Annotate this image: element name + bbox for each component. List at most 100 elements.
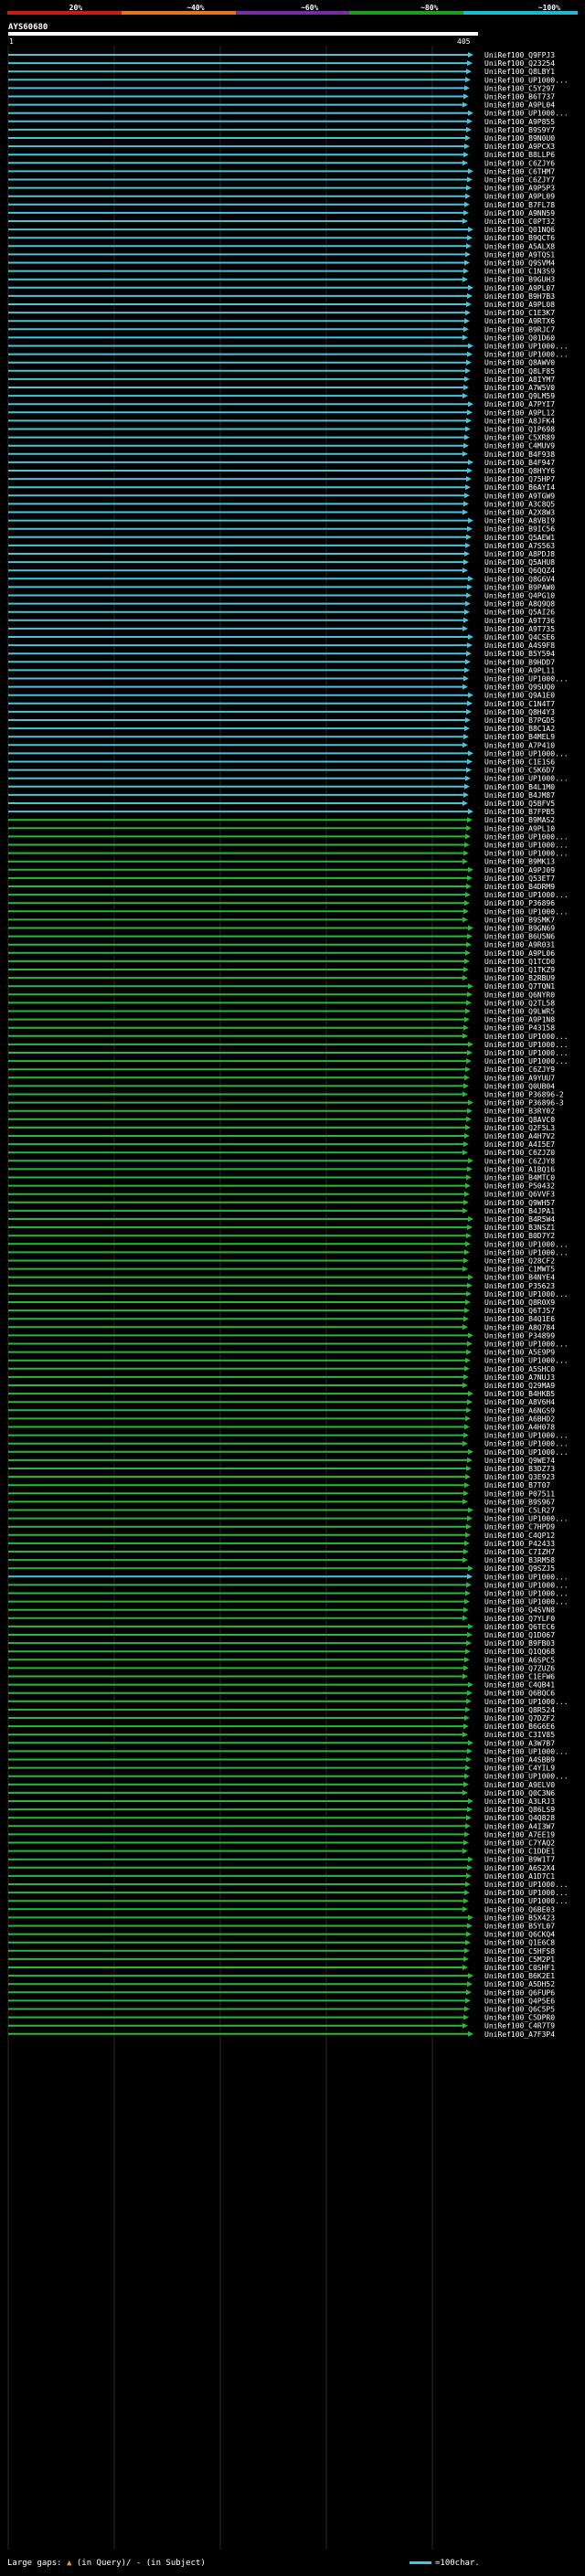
hit-label[interactable]: UniRef100_B2RBU9 xyxy=(484,974,555,982)
hit-label[interactable]: UniRef100_Q1D067 xyxy=(484,1631,555,1639)
hit-label[interactable]: UniRef100_B6T737 xyxy=(484,93,555,101)
hit-label[interactable]: UniRef100_Q1QQ68 xyxy=(484,1648,555,1656)
hit-label[interactable]: UniRef100_A3LRJ3 xyxy=(484,1797,555,1806)
hit-label[interactable]: UniRef100_C7IZH7 xyxy=(484,1548,555,1556)
hit-label[interactable]: UniRef100_A9PL06 xyxy=(484,949,555,958)
hit-label[interactable]: UniRef100_B4F947 xyxy=(484,459,555,467)
hit-label[interactable]: UniRef100_UP1000... xyxy=(484,775,569,783)
hit-label[interactable]: UniRef100_Q8LBY1 xyxy=(484,68,555,76)
hit-label[interactable]: UniRef100_B9RJC7 xyxy=(484,325,555,334)
hit-label[interactable]: UniRef100_Q6CKQ4 xyxy=(484,1931,555,1939)
hit-label[interactable]: UniRef100_Q9LWR5 xyxy=(484,1008,555,1016)
hit-label[interactable]: UniRef100_B4DRM9 xyxy=(484,883,555,891)
hit-label[interactable]: UniRef100_P36896-2 xyxy=(484,1091,564,1099)
hit-label[interactable]: UniRef100_B7PGD5 xyxy=(484,716,555,725)
hit-label[interactable]: UniRef100_Q8G6V4 xyxy=(484,575,555,583)
hit-label[interactable]: UniRef100_A6BHD2 xyxy=(484,1415,555,1423)
hit-label[interactable]: UniRef100_B7FL78 xyxy=(484,201,555,209)
hit-label[interactable]: UniRef100_B9H7B3 xyxy=(484,292,555,301)
hit-label[interactable]: UniRef100_UP1000... xyxy=(484,1357,569,1365)
hit-label[interactable]: UniRef100_Q5BFV5 xyxy=(484,800,555,808)
hit-label[interactable]: UniRef100_A9NN59 xyxy=(484,209,555,217)
hit-label[interactable]: UniRef100_B4MTC0 xyxy=(484,1174,555,1182)
hit-label[interactable]: UniRef100_A7PYI7 xyxy=(484,400,555,408)
hit-label[interactable]: UniRef100_C1N3S9 xyxy=(484,268,555,276)
hit-label[interactable]: UniRef100_B4Q1E6 xyxy=(484,1315,555,1323)
hit-label[interactable]: UniRef100_C5M2P1 xyxy=(484,1956,555,1964)
hit-label[interactable]: UniRef100_UP1000... xyxy=(484,832,569,841)
hit-label[interactable]: UniRef100_A7S563 xyxy=(484,542,555,550)
hit-label[interactable]: UniRef100_A8JFK4 xyxy=(484,417,555,425)
hit-label[interactable]: UniRef100_C6ZJY9 xyxy=(484,1065,555,1074)
hit-label[interactable]: UniRef100_Q1P698 xyxy=(484,426,555,434)
hit-label[interactable]: UniRef100_A8Q9Q8 xyxy=(484,600,555,609)
hit-label[interactable]: UniRef100_B0D7Y2 xyxy=(484,1232,555,1240)
hit-label[interactable]: UniRef100_UP1000... xyxy=(484,1773,569,1781)
hit-label[interactable]: UniRef100_B4F938 xyxy=(484,451,555,459)
hit-label[interactable]: UniRef100_A7F3P4 xyxy=(484,2030,555,2039)
hit-label[interactable]: UniRef100_C0SHF1 xyxy=(484,1964,555,1972)
hit-label[interactable]: UniRef100_Q6BE03 xyxy=(484,1905,555,1913)
hit-label[interactable]: UniRef100_A1BQ16 xyxy=(484,1165,555,1173)
hit-label[interactable]: UniRef100_B6G6E6 xyxy=(484,1723,555,1731)
hit-label[interactable]: UniRef100_A2X8W3 xyxy=(484,509,555,517)
hit-label[interactable]: UniRef100_A6NGS9 xyxy=(484,1406,555,1415)
hit-label[interactable]: UniRef100_UP1000... xyxy=(484,351,569,359)
hit-label[interactable]: UniRef100_A9PL04 xyxy=(484,101,555,110)
hit-label[interactable]: UniRef100_Q5AEW1 xyxy=(484,534,555,542)
hit-label[interactable]: UniRef100_UP1000... xyxy=(484,1440,569,1448)
hit-label[interactable]: UniRef100_Q8H4Y3 xyxy=(484,708,555,716)
hit-label[interactable]: UniRef100_P35623 xyxy=(484,1282,555,1290)
hit-label[interactable]: UniRef100_C0PT32 xyxy=(484,217,555,226)
hit-label[interactable]: UniRef100_Q0C3N6 xyxy=(484,1789,555,1797)
hit-label[interactable]: UniRef100_UP1000... xyxy=(484,1033,569,1041)
hit-label[interactable]: UniRef100_UP1000... xyxy=(484,1515,569,1523)
hit-label[interactable]: UniRef100_A8V6H4 xyxy=(484,1398,555,1406)
hit-label[interactable]: UniRef100_B4L1M0 xyxy=(484,783,555,791)
hit-label[interactable]: UniRef100_C1E1S6 xyxy=(484,758,555,767)
hit-label[interactable]: UniRef100_A7P410 xyxy=(484,741,555,749)
hit-label[interactable]: UniRef100_B9S9Y7 xyxy=(484,126,555,134)
hit-label[interactable]: UniRef100_UP1000... xyxy=(484,1889,569,1897)
hit-label[interactable]: UniRef100_B9GUH3 xyxy=(484,276,555,284)
hit-label[interactable]: UniRef100_C6ZJY6 xyxy=(484,159,555,167)
hit-label[interactable]: UniRef100_A9PL09 xyxy=(484,193,555,201)
hit-label[interactable]: UniRef100_Q2TL58 xyxy=(484,999,555,1007)
hit-label[interactable]: UniRef100_Q9SUQ0 xyxy=(484,684,555,692)
hit-label[interactable]: UniRef100_C5XR89 xyxy=(484,434,555,442)
hit-label[interactable]: UniRef100_Q4PG10 xyxy=(484,592,555,600)
hit-label[interactable]: UniRef100_Q6BQC6 xyxy=(484,1690,555,1698)
hit-label[interactable]: UniRef100_UP1000... xyxy=(484,1573,569,1581)
hit-label[interactable]: UniRef100_B9W1T7 xyxy=(484,1856,555,1864)
hit-label[interactable]: UniRef100_Q29MA9 xyxy=(484,1382,555,1390)
hit-label[interactable]: UniRef100_B5YL07 xyxy=(484,1923,555,1931)
hit-label[interactable]: UniRef100_A9PJ09 xyxy=(484,866,555,875)
hit-label[interactable]: UniRef100_B9PAW0 xyxy=(484,583,555,591)
hit-label[interactable]: UniRef100_UP1000... xyxy=(484,1432,569,1440)
hit-label[interactable]: UniRef100_Q1TCD0 xyxy=(484,958,555,966)
hit-label[interactable]: UniRef100_Q7YLF0 xyxy=(484,1615,555,1623)
hit-label[interactable]: UniRef100_C1E3K7 xyxy=(484,309,555,317)
hit-label[interactable]: UniRef100_C7HPD9 xyxy=(484,1523,555,1532)
hit-label[interactable]: UniRef100_A5SHC0 xyxy=(484,1365,555,1373)
hit-label[interactable]: UniRef100_UP1000... xyxy=(484,1041,569,1049)
hit-label[interactable]: UniRef100_Q01NQ6 xyxy=(484,226,555,234)
hit-label[interactable]: UniRef100_Q1E6C8 xyxy=(484,1939,555,1947)
hit-label[interactable]: UniRef100_UP1000... xyxy=(484,1897,569,1905)
hit-label[interactable]: UniRef100_Q6C5P5 xyxy=(484,2006,555,2014)
hit-label[interactable]: UniRef100_B9HDD7 xyxy=(484,658,555,666)
hit-label[interactable]: UniRef100_Q9FPJ3 xyxy=(484,51,555,59)
hit-label[interactable]: UniRef100_Q86LS9 xyxy=(484,1806,555,1814)
hit-label[interactable]: UniRef100_P42433 xyxy=(484,1540,555,1548)
hit-label[interactable]: UniRef100_C5Y297 xyxy=(484,84,555,92)
hit-label[interactable]: UniRef100_A7W5V0 xyxy=(484,384,555,392)
hit-label[interactable]: UniRef100_B7T07 xyxy=(484,1481,550,1489)
hit-label[interactable]: UniRef100_UP1000... xyxy=(484,343,569,351)
hit-label[interactable]: UniRef100_Q7TQN1 xyxy=(484,982,555,991)
hit-label[interactable]: UniRef100_C1EFW6 xyxy=(484,1673,555,1681)
hit-label[interactable]: UniRef100_UP1000... xyxy=(484,1049,569,1057)
hit-label[interactable]: UniRef100_A9PCX3 xyxy=(484,143,555,151)
hit-label[interactable]: UniRef100_Q4Q828 xyxy=(484,1814,555,1822)
hit-label[interactable]: UniRef100_B3RM58 xyxy=(484,1556,555,1564)
hit-label[interactable]: UniRef100_Q9WE74 xyxy=(484,1457,555,1465)
